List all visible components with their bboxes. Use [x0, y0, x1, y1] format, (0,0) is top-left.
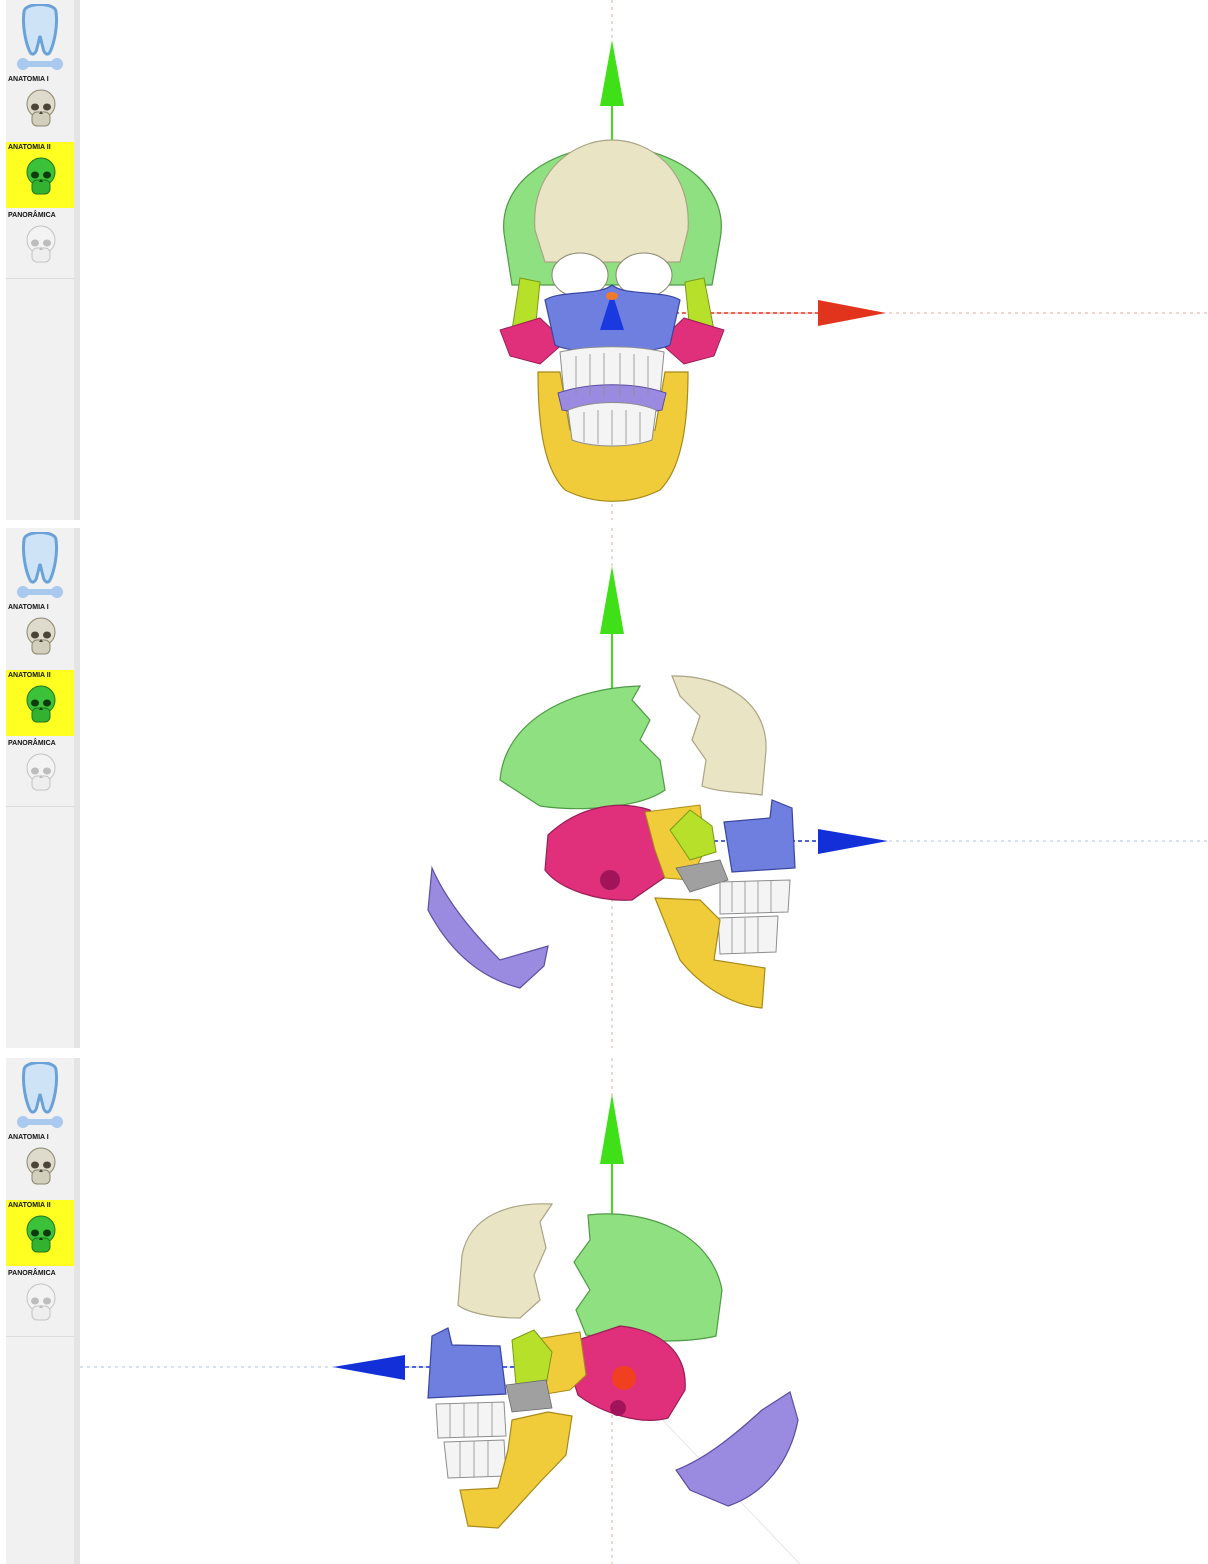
skull-natural-icon — [26, 89, 56, 127]
upper-teeth — [435, 1401, 507, 1439]
menu-panoramica[interactable]: PANORÂMICA — [6, 210, 74, 276]
sidebar: ANATOMIA I ANATOMIA II PANORÂMICA — [6, 528, 80, 1048]
y-axis-arrow-icon — [600, 1094, 624, 1164]
sidebar-divider — [6, 1336, 74, 1337]
occipital-bone — [675, 1391, 799, 1507]
menu-label: ANATOMIA II — [8, 1202, 51, 1209]
tooth-logo-icon — [17, 4, 63, 70]
menu-anatomia-1[interactable]: ANATOMIA I — [6, 1132, 74, 1198]
frontal-bone — [671, 675, 767, 796]
menu-label: ANATOMIA I — [8, 604, 49, 611]
3d-viewport[interactable] — [80, 528, 1208, 1048]
menu-anatomia-2[interactable]: ANATOMIA II — [6, 142, 74, 208]
frontal-bone — [457, 1203, 554, 1319]
occipital-bone — [427, 865, 549, 989]
menu-panoramica[interactable]: PANORÂMICA — [6, 1268, 74, 1334]
skull-colored-icon — [26, 685, 56, 723]
y-axis-arrow-icon — [600, 40, 624, 106]
menu-label: PANORÂMICA — [8, 1270, 56, 1277]
upper-teeth — [719, 879, 791, 915]
menu-label: ANATOMIA I — [8, 1134, 49, 1141]
ear-canal — [610, 1400, 626, 1416]
skull-white-icon — [26, 1283, 56, 1321]
z-axis-arrow-icon — [818, 829, 888, 854]
parietal-bone — [499, 685, 666, 810]
skull-colored-icon — [26, 1215, 56, 1253]
parietal-bone — [573, 1213, 723, 1342]
sidebar: ANATOMIA I ANATOMIA II PANORÂMICA — [6, 1058, 80, 1564]
viewer-panel-2: ANATOMIA I ANATOMIA II PANORÂMICA — [0, 528, 1208, 1048]
menu-label: ANATOMIA II — [8, 144, 51, 151]
tooth-logo-icon — [17, 532, 63, 598]
maxilla — [427, 1327, 507, 1399]
nasal-bone — [606, 292, 618, 300]
skull-colored-icon — [26, 157, 56, 195]
menu-label: PANORÂMICA — [8, 212, 56, 219]
viewer-panel-1: ANATOMIA I ANATOMIA II PANORÂMICA — [0, 0, 1208, 520]
skull-scene — [80, 1058, 801, 1564]
skull-natural-icon — [26, 617, 56, 655]
menu-panoramica[interactable]: PANORÂMICA — [6, 738, 74, 804]
menu-anatomia-2[interactable]: ANATOMIA II — [6, 670, 74, 736]
skull-front-model[interactable] — [499, 139, 725, 502]
skull-white-icon — [26, 225, 56, 263]
skull-exploded-model[interactable] — [427, 1203, 799, 1529]
skull-scene — [499, 0, 1208, 520]
y-axis-arrow-icon — [600, 566, 624, 634]
sidebar-divider — [6, 806, 74, 807]
lower-teeth — [443, 1439, 507, 1479]
menu-anatomia-1[interactable]: ANATOMIA I — [6, 602, 74, 668]
skull-scene — [427, 528, 1208, 1048]
menu-anatomia-2[interactable]: ANATOMIA II — [6, 1200, 74, 1266]
skull-natural-icon — [26, 1147, 56, 1185]
z-axis-arrow-icon — [333, 1355, 405, 1380]
3d-viewport[interactable] — [80, 0, 1208, 520]
vomer — [505, 1379, 553, 1413]
axis-center-handle — [612, 1366, 636, 1390]
x-axis-arrow-icon — [818, 300, 886, 326]
menu-label: ANATOMIA II — [8, 672, 51, 679]
menu-label: ANATOMIA I — [8, 76, 49, 83]
skull-exploded-model[interactable] — [427, 675, 796, 1009]
skull-white-icon — [26, 753, 56, 791]
viewer-panel-3: ANATOMIA I ANATOMIA II PANORÂMICA — [0, 1058, 1208, 1564]
menu-label: PANORÂMICA — [8, 740, 56, 747]
ear-canal — [600, 870, 620, 890]
lower-teeth — [717, 915, 779, 955]
sidebar: ANATOMIA I ANATOMIA II PANORÂMICA — [6, 0, 80, 520]
sidebar-divider — [6, 278, 74, 279]
menu-anatomia-1[interactable]: ANATOMIA I — [6, 74, 74, 140]
3d-viewport[interactable] — [80, 1058, 1208, 1564]
maxilla — [723, 799, 796, 873]
tooth-logo-icon — [17, 1062, 63, 1128]
